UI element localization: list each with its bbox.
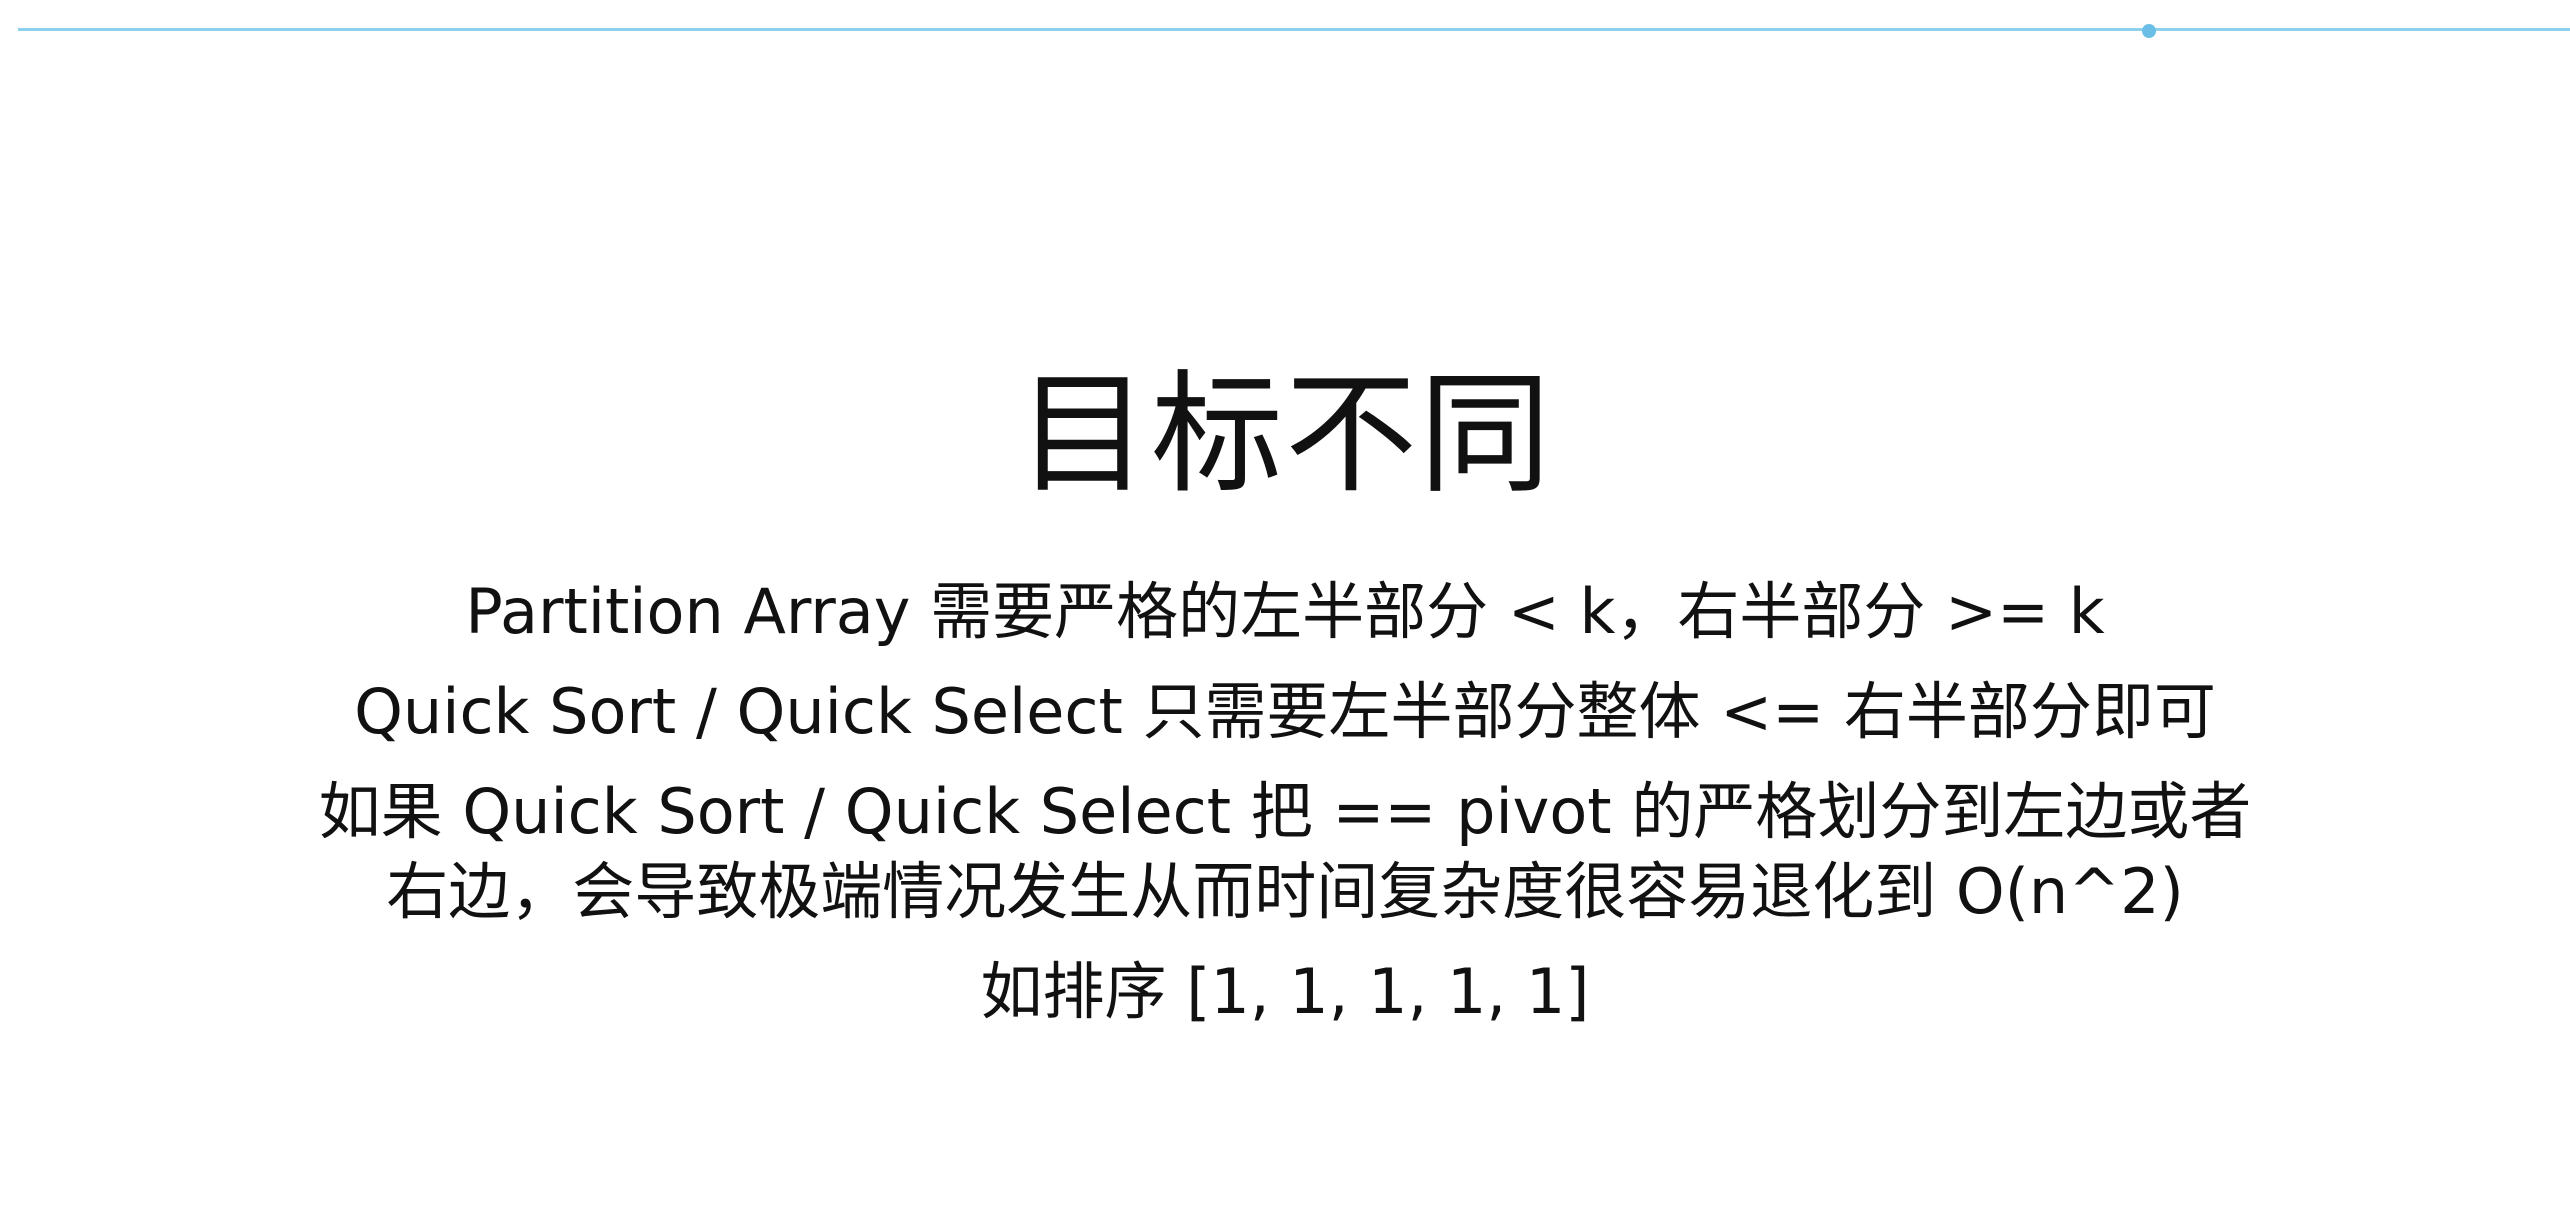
slide-title: 目标不同 — [1017, 358, 1553, 512]
slide-canvas: 目标不同 Partition Array 需要严格的左半部分 < k，右半部分 … — [0, 0, 2570, 1226]
body-line-quick-sort-select: Quick Sort / Quick Select 只需要左半部分整体 <= 右… — [354, 675, 2216, 748]
body-line-example: 如排序 [1, 1, 1, 1, 1] — [980, 955, 1590, 1028]
slide-body: Partition Array 需要严格的左半部分 < k，右半部分 >= k … — [0, 572, 2570, 1032]
body-line-partition-array: Partition Array 需要严格的左半部分 < k，右半部分 >= k — [465, 575, 2105, 648]
body-line-pivot-warning-2: 右边，会导致极端情况发生从而时间复杂度很容易退化到 O(n^2) — [386, 855, 2184, 928]
body-line-pivot-warning-1: 如果 Quick Sort / Quick Select 把 == pivot … — [318, 775, 2252, 848]
